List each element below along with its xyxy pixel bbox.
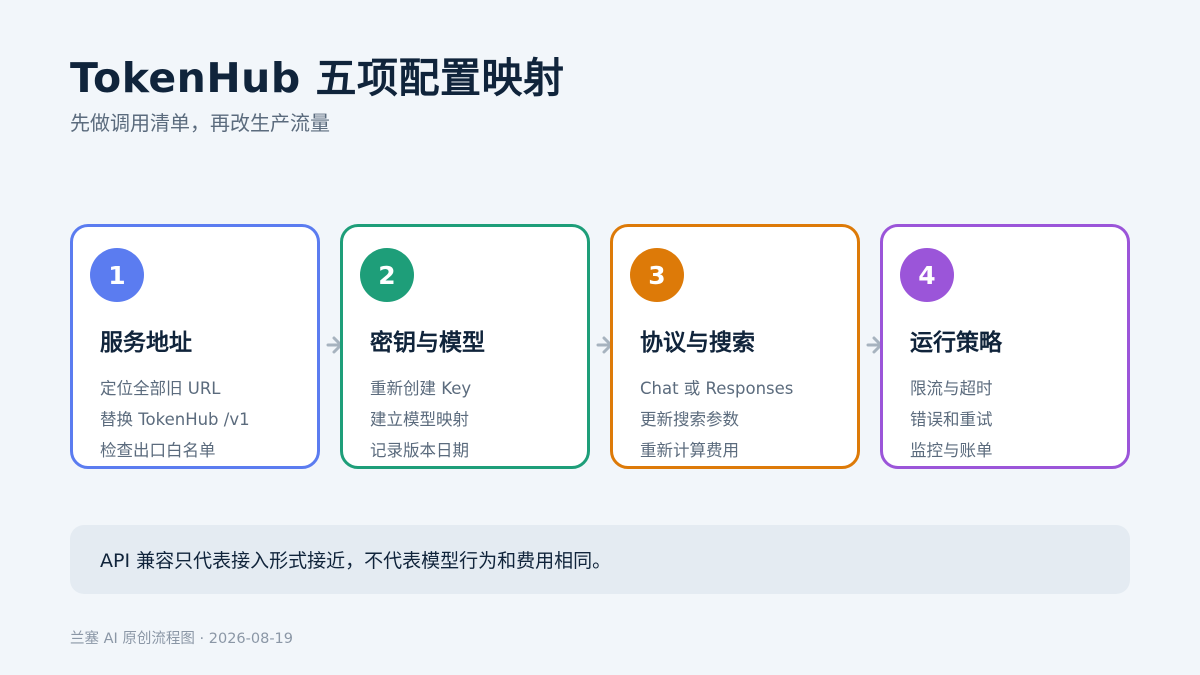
step-detail: 记录版本日期 <box>370 441 469 460</box>
step-card-4: 4 运行策略 限流与超时 错误和重试 监控与账单 <box>880 224 1130 469</box>
step-detail-list: Chat 或 Responses 更新搜索参数 重新计算费用 <box>640 373 793 466</box>
page-subtitle: 先做调用清单，再改生产流量 <box>70 111 330 135</box>
step-detail: 监控与账单 <box>910 441 993 460</box>
step-title: 运行策略 <box>910 330 1002 356</box>
step-detail: 错误和重试 <box>910 410 993 429</box>
step-number-badge: 1 <box>90 248 144 302</box>
step-detail: 检查出口白名单 <box>100 441 216 460</box>
step-card-2: 2 密钥与模型 重新创建 Key 建立模型映射 记录版本日期 <box>340 224 590 469</box>
step-detail: 重新计算费用 <box>640 441 739 460</box>
footer-credit: 兰塞 AI 原创流程图 · 2026-08-19 <box>70 631 294 647</box>
step-detail-list: 限流与超时 错误和重试 监控与账单 <box>910 373 993 466</box>
step-title: 服务地址 <box>100 330 192 356</box>
step-detail: 建立模型映射 <box>370 410 469 429</box>
step-number-badge: 3 <box>630 248 684 302</box>
step-detail: 限流与超时 <box>910 379 993 398</box>
step-card-3: 3 协议与搜索 Chat 或 Responses 更新搜索参数 重新计算费用 <box>610 224 860 469</box>
step-detail: 定位全部旧 URL <box>100 379 221 398</box>
step-detail-list: 定位全部旧 URL 替换 TokenHub /v1 检查出口白名单 <box>100 373 250 466</box>
step-number-badge: 2 <box>360 248 414 302</box>
note-banner: API 兼容只代表接入形式接近，不代表模型行为和费用相同。 <box>70 525 1130 594</box>
step-card-1: 1 服务地址 定位全部旧 URL 替换 TokenHub /v1 检查出口白名单 <box>70 224 320 469</box>
page-title: TokenHub 五项配置映射 <box>70 54 565 102</box>
step-title: 密钥与模型 <box>370 330 485 356</box>
step-detail: 替换 TokenHub /v1 <box>100 410 250 429</box>
step-detail: 更新搜索参数 <box>640 410 739 429</box>
step-title: 协议与搜索 <box>640 330 755 356</box>
note-text: API 兼容只代表接入形式接近，不代表模型行为和费用相同。 <box>100 550 612 572</box>
step-detail: 重新创建 Key <box>370 379 472 398</box>
step-detail: Chat 或 Responses <box>640 379 794 398</box>
step-number-badge: 4 <box>900 248 954 302</box>
step-detail-list: 重新创建 Key 建立模型映射 记录版本日期 <box>370 373 471 466</box>
